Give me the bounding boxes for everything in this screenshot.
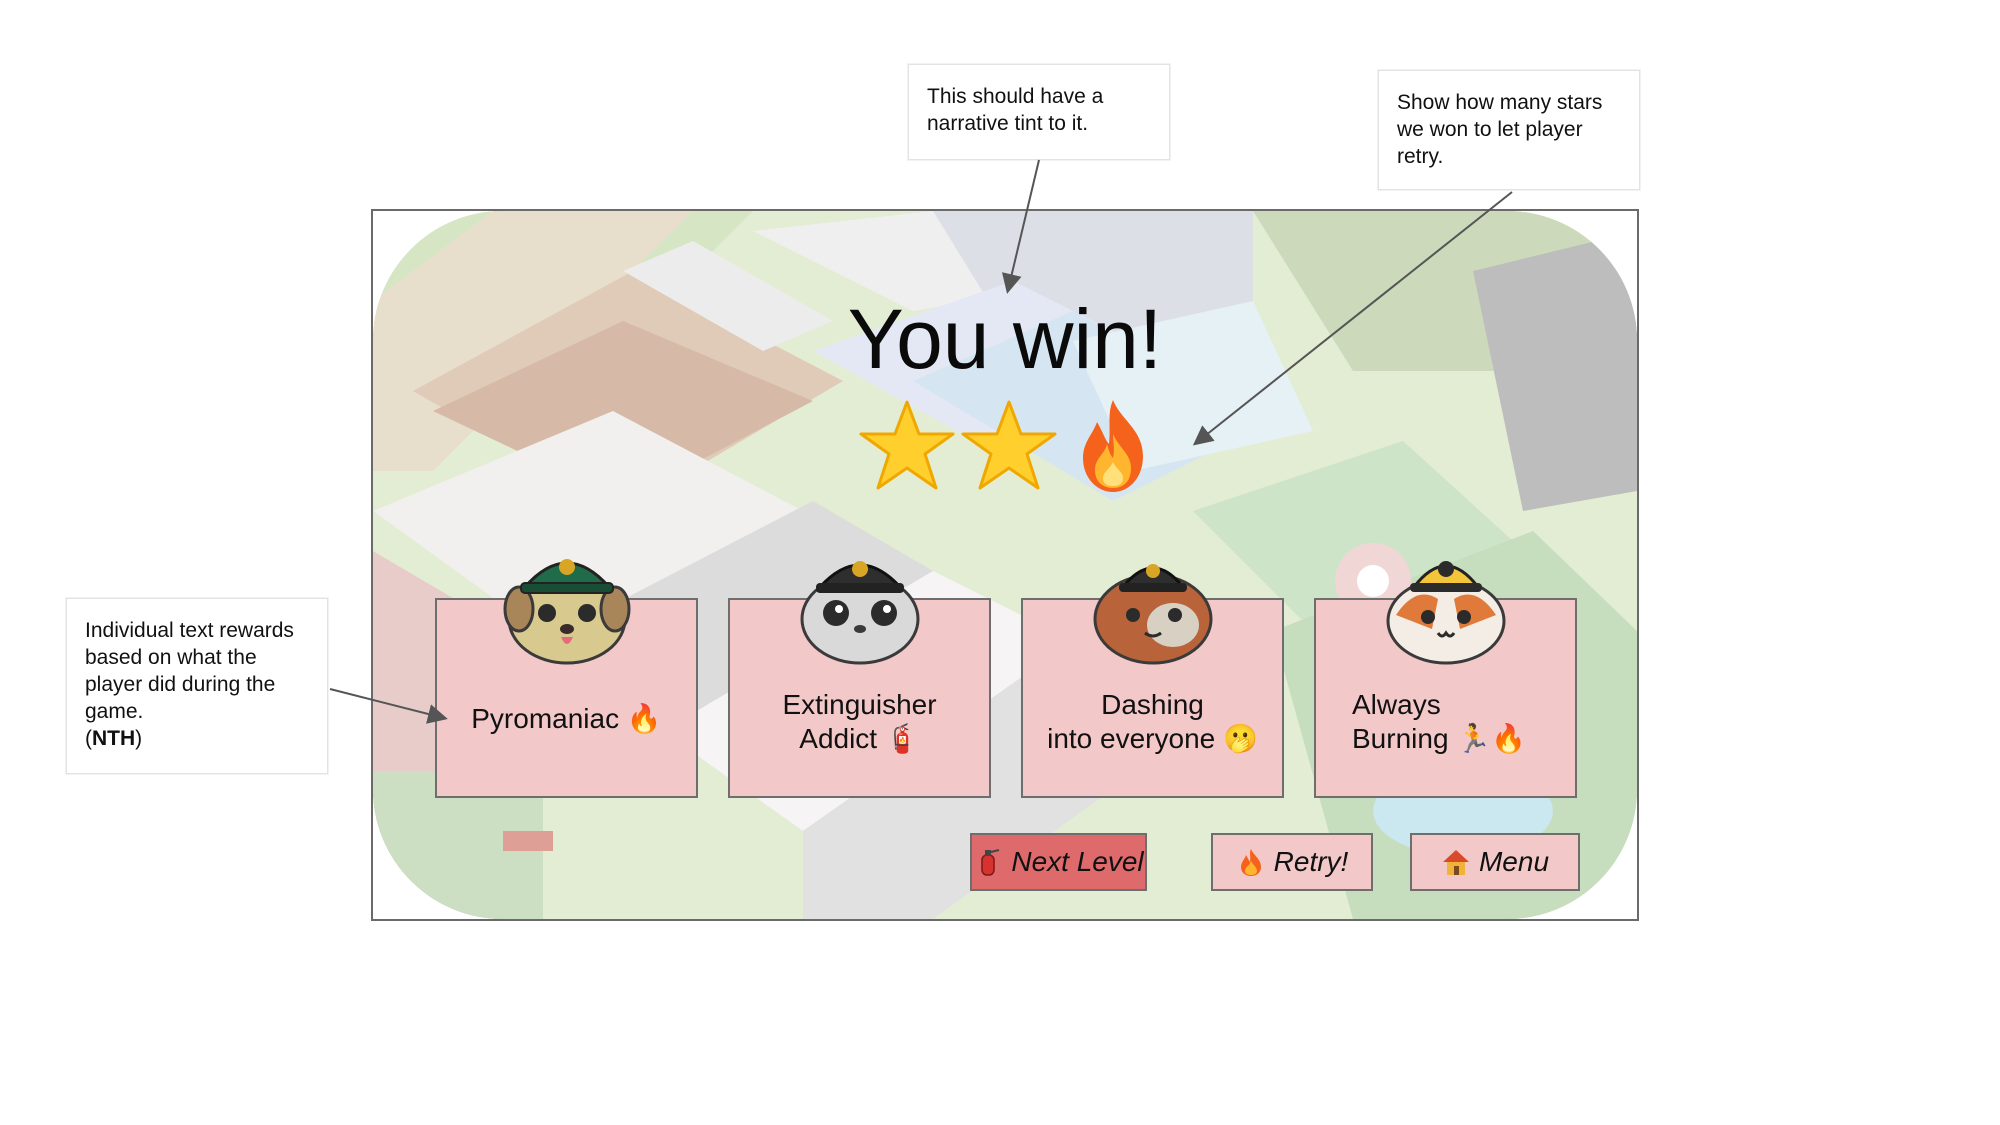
cat-firefighter-avatar	[1386, 561, 1506, 665]
game-background-scene: You win! Pyromaniac 🔥 Extinguisher Addic…	[373, 211, 1637, 919]
win-title: You win!	[847, 292, 1163, 386]
reward-card-line: Addict 🧯	[799, 723, 920, 754]
annotation-star-count-text: Show how many stars we won to let player…	[1397, 91, 1603, 168]
annotation-nth-tag: NTH	[92, 727, 136, 750]
reward-card-label: Always Burning 🏃🔥	[1316, 688, 1575, 756]
star-icon	[859, 400, 955, 490]
reward-card-label: Extinguisher Addict 🧯	[730, 688, 989, 756]
guinea-pig-firefighter-avatar	[1093, 564, 1213, 665]
reward-card-line: Extinguisher	[782, 689, 937, 720]
next-level-label: Next Level	[1011, 846, 1144, 877]
reward-card-line: Always	[1352, 689, 1441, 720]
retry-label: Retry!	[1273, 846, 1349, 877]
fire-extinguisher-icon	[981, 849, 1000, 876]
dog-firefighter-avatar	[503, 559, 631, 665]
retry-button[interactable]: Retry!	[1211, 833, 1373, 891]
reward-card-label: Dashing into everyone 🫢	[1023, 688, 1282, 756]
annotation-narrative-tint-text: This should have a narrative tint to it.	[927, 85, 1104, 135]
house-icon	[1442, 850, 1469, 875]
reward-card-label: Pyromaniac 🔥	[437, 702, 696, 736]
seal-firefighter-avatar	[800, 561, 920, 665]
menu-label: Menu	[1478, 846, 1550, 877]
annotation-tag-close: )	[135, 727, 143, 750]
annotation-narrative-tint: This should have a narrative tint to it.	[908, 64, 1170, 160]
annotation-star-count: Show how many stars we won to let player…	[1378, 70, 1640, 190]
game-screen: You win! Pyromaniac 🔥 Extinguisher Addic…	[371, 209, 1639, 921]
next-level-button[interactable]: Next Level	[970, 833, 1147, 891]
star-icon	[961, 400, 1057, 490]
reward-card-line: Pyromaniac 🔥	[471, 703, 662, 734]
annotation-text-rewards: Individual text rewards based on what th…	[66, 598, 328, 774]
annotation-text-rewards-text: Individual text rewards based on what th…	[85, 619, 294, 723]
reward-card-line: Dashing	[1101, 689, 1204, 720]
fire-icon	[1083, 400, 1143, 492]
reward-card-line: into everyone 🫢	[1047, 723, 1258, 754]
menu-button[interactable]: Menu	[1410, 833, 1580, 891]
reward-card-line: Burning 🏃🔥	[1352, 723, 1527, 754]
fire-icon	[1240, 849, 1261, 876]
annotation-tag-open: (	[85, 727, 92, 750]
